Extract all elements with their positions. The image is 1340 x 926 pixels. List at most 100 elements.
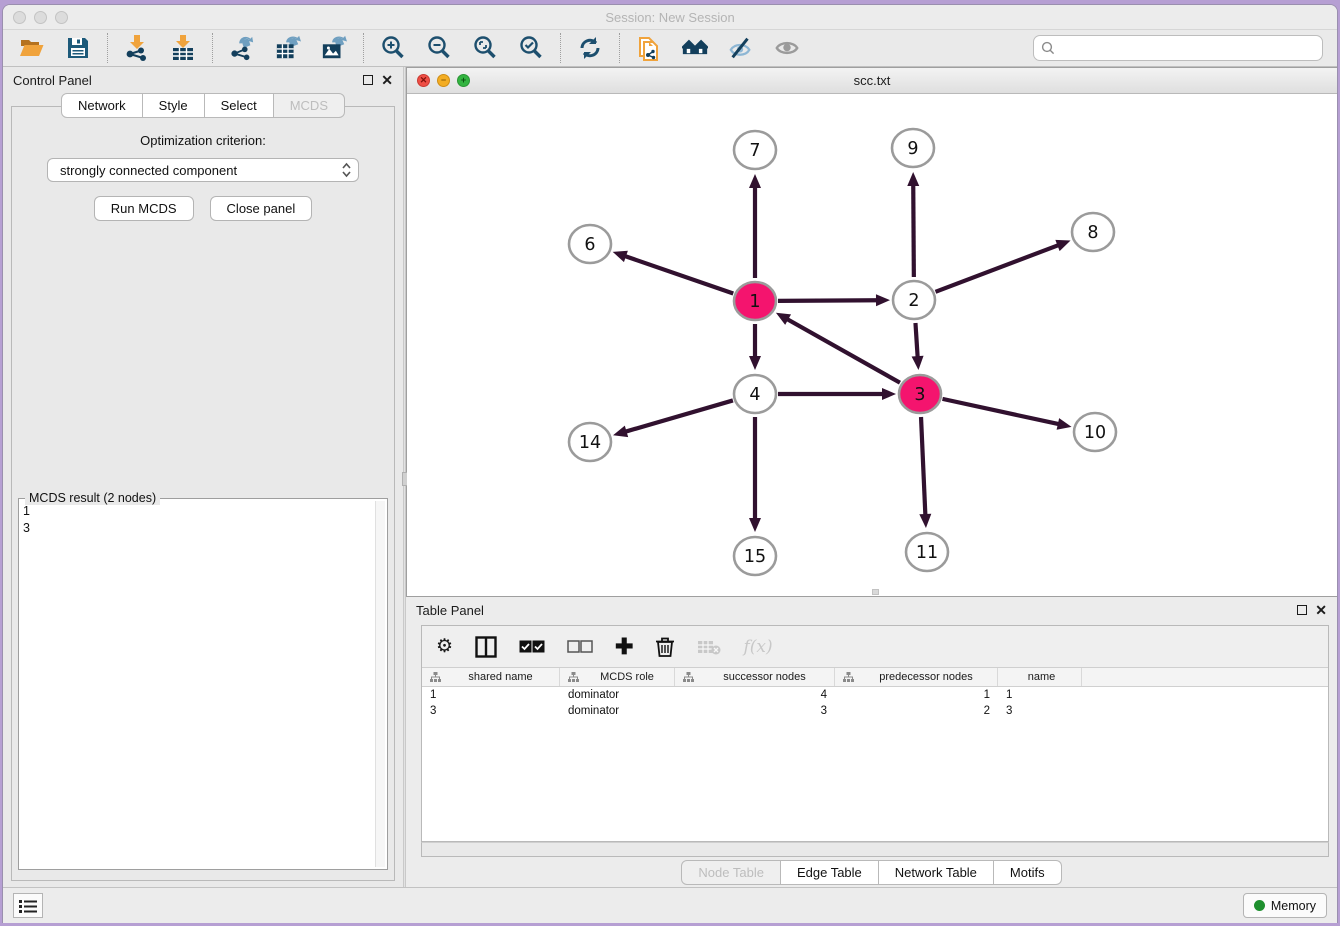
canvas-grip[interactable] <box>872 589 879 595</box>
memory-status-icon <box>1254 900 1265 911</box>
content-area: Control Panel ✕ NetworkStyleSelectMCDS O… <box>3 67 1337 887</box>
edge-arrowhead-4-15 <box>749 518 761 532</box>
mcds-result-box: MCDS result (2 nodes) 1 3 <box>18 498 388 870</box>
hide-selected-icon[interactable] <box>728 35 754 61</box>
graph-node-label-2: 2 <box>908 291 919 311</box>
control-panel: Control Panel ✕ NetworkStyleSelectMCDS O… <box>3 67 403 887</box>
table-panel-close-button[interactable]: ✕ <box>1315 605 1327 615</box>
list-icon <box>19 899 37 913</box>
app-titlebar: Session: New Session <box>3 5 1337 30</box>
cell-successor-nodes[interactable]: 4 <box>675 687 835 703</box>
network-maximize-button[interactable]: + <box>457 74 470 87</box>
mcds-result-scrollbar[interactable] <box>375 501 385 867</box>
control-panel-close-button[interactable]: ✕ <box>381 75 393 85</box>
tab-style[interactable]: Style <box>143 93 205 118</box>
tab-network[interactable]: Network <box>61 93 143 118</box>
hierarchy-icon <box>843 672 854 682</box>
tab-mcds[interactable]: MCDS <box>274 93 345 118</box>
column-header-shared-name[interactable]: shared name <box>422 668 560 686</box>
tab-select[interactable]: Select <box>205 93 274 118</box>
network-graph[interactable]: 7968124314101511 <box>407 94 1337 596</box>
column-header-successor-nodes[interactable]: successor nodes <box>675 668 835 686</box>
mcds-result-text[interactable]: 1 3 <box>23 503 375 867</box>
cell-mcds-role[interactable]: dominator <box>560 703 675 719</box>
delete-column-icon[interactable] <box>655 636 675 658</box>
edge-arrowhead-4-3 <box>882 388 896 400</box>
cell-predecessor-nodes[interactable]: 1 <box>835 687 998 703</box>
criterion-dropdown[interactable]: strongly connected component <box>47 158 359 182</box>
show-all-icon[interactable] <box>774 35 800 61</box>
search-input[interactable] <box>1060 41 1315 56</box>
cell-name[interactable]: 1 <box>998 687 1082 703</box>
tab-motifs[interactable]: Motifs <box>994 860 1062 885</box>
edge-2-3[interactable] <box>915 323 917 358</box>
cell-predecessor-nodes[interactable]: 2 <box>835 703 998 719</box>
status-bar: Memory <box>3 887 1337 923</box>
graph-node-label-4: 4 <box>749 385 760 405</box>
search-field[interactable] <box>1033 35 1323 61</box>
close-panel-button[interactable]: Close panel <box>210 196 313 221</box>
export-table-icon[interactable] <box>275 35 301 61</box>
import-network-icon[interactable] <box>124 35 150 61</box>
add-column-icon[interactable]: ✚ <box>615 636 633 658</box>
cell-name[interactable]: 3 <box>998 703 1082 719</box>
network-window-titlebar: ✕ − + scc.txt <box>407 68 1337 94</box>
table-panel: Table Panel ✕ ⚙ <box>406 597 1337 887</box>
edge-1-6[interactable] <box>624 256 733 294</box>
column-layout-icon[interactable] <box>475 636 497 658</box>
tab-network-table[interactable]: Network Table <box>879 860 994 885</box>
table-row[interactable]: 1dominator411 <box>422 687 1328 703</box>
search-icon <box>1041 41 1055 55</box>
edge-2-8[interactable] <box>936 245 1060 292</box>
zoom-selected-icon[interactable] <box>518 35 544 61</box>
panel-splitter[interactable] <box>403 67 406 887</box>
memory-button[interactable]: Memory <box>1243 893 1327 918</box>
cell-shared-name[interactable]: 3 <box>422 703 560 719</box>
network-minimize-button[interactable]: − <box>437 74 450 87</box>
edge-3-1[interactable] <box>786 319 900 383</box>
import-table-icon[interactable] <box>170 35 196 61</box>
graph-node-label-10: 10 <box>1084 423 1106 443</box>
table-settings-icon[interactable]: ⚙ <box>436 637 453 656</box>
control-panel-float-button[interactable] <box>363 75 373 85</box>
export-image-icon[interactable] <box>321 35 347 61</box>
hierarchy-icon <box>683 672 694 682</box>
table-panel-title: Table Panel <box>416 603 484 618</box>
zoom-in-icon[interactable] <box>380 35 406 61</box>
table-panel-float-button[interactable] <box>1297 605 1307 615</box>
network-canvas[interactable]: 7968124314101511 <box>407 94 1337 596</box>
edge-3-10[interactable] <box>942 399 1059 424</box>
edge-4-14[interactable] <box>625 400 733 432</box>
table-row[interactable]: 3dominator323 <box>422 703 1328 719</box>
cell-successor-nodes[interactable]: 3 <box>675 703 835 719</box>
run-mcds-button[interactable]: Run MCDS <box>94 196 194 221</box>
column-header-predecessor-nodes[interactable]: predecessor nodes <box>835 668 998 686</box>
graph-node-label-8: 8 <box>1087 223 1098 243</box>
tab-edge-table[interactable]: Edge Table <box>781 860 879 885</box>
zoom-fit-icon[interactable] <box>472 35 498 61</box>
select-all-checkboxes-icon[interactable] <box>519 640 545 653</box>
save-session-icon[interactable] <box>65 35 91 61</box>
function-builder-icon: f(x) <box>743 637 772 657</box>
task-history-button[interactable] <box>13 893 43 918</box>
column-header-MCDS-role[interactable]: MCDS role <box>560 668 675 686</box>
network-window-title: scc.txt <box>407 73 1337 88</box>
edge-3-11[interactable] <box>921 417 925 516</box>
deselect-all-checkboxes-icon[interactable] <box>567 640 593 653</box>
cell-mcds-role[interactable]: dominator <box>560 687 675 703</box>
duplicate-network-icon[interactable] <box>636 35 662 61</box>
refresh-icon[interactable] <box>577 35 603 61</box>
network-close-button[interactable]: ✕ <box>417 74 430 87</box>
table-toolbar: ⚙ ✚ <box>422 626 1328 668</box>
table-panel-main: ⚙ ✚ <box>421 625 1329 842</box>
column-header-name[interactable]: name <box>998 668 1082 686</box>
table-body: 1dominator4113dominator323 <box>422 687 1328 719</box>
home-layout-icon[interactable] <box>682 35 708 61</box>
edge-1-2[interactable] <box>778 300 878 301</box>
edge-2-9[interactable] <box>913 184 914 277</box>
cell-shared-name[interactable]: 1 <box>422 687 560 703</box>
zoom-out-icon[interactable] <box>426 35 452 61</box>
open-file-icon[interactable] <box>19 35 45 61</box>
export-network-icon[interactable] <box>229 35 255 61</box>
tab-node-table[interactable]: Node Table <box>681 860 781 885</box>
